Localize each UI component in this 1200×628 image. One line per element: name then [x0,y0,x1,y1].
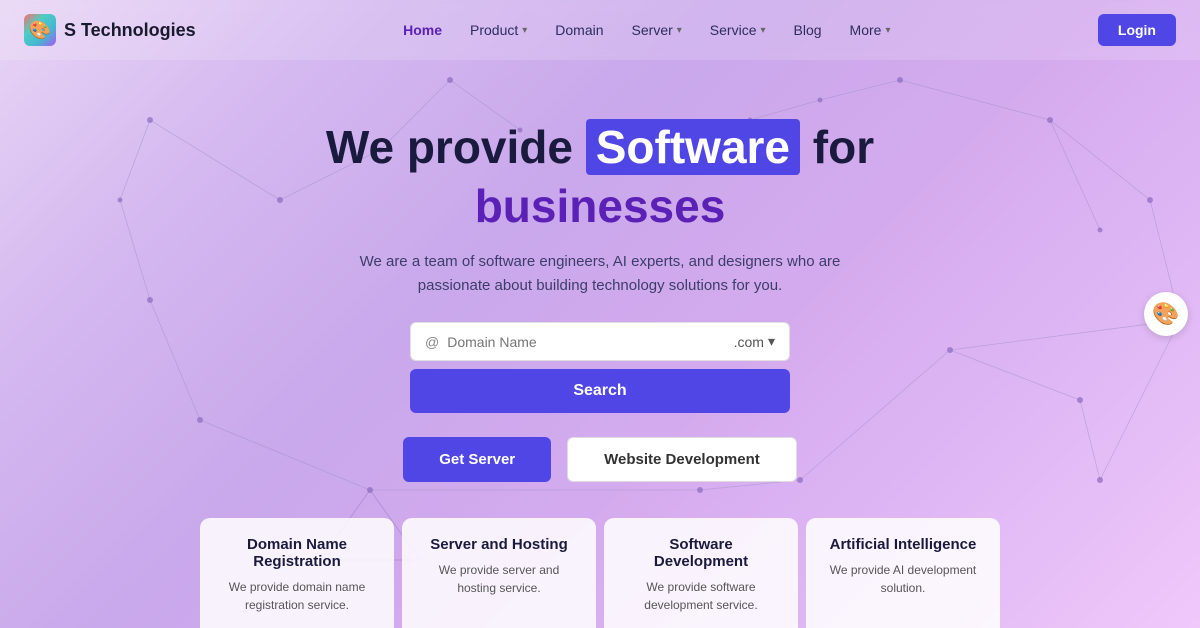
chevron-down-icon: ▾ [885,25,890,36]
nav-links: Home Product ▾ Domain Server ▾ Service ▾… [403,22,890,38]
chevron-down-icon: ▾ [760,25,765,36]
get-server-button[interactable]: Get Server [403,437,551,482]
card-ai-desc: We provide AI development solution. [826,561,980,597]
brand-name: S Technologies [64,20,196,41]
card-domain: Domain Name Registration We provide doma… [200,518,394,628]
search-button[interactable]: Search [410,369,790,413]
card-software-title: Software Development [624,536,778,570]
palette-button[interactable]: 🎨 [1144,292,1188,336]
card-software-desc: We provide software development service. [624,578,778,614]
nav-server[interactable]: Server ▾ [632,22,682,38]
nav-product[interactable]: Product ▾ [470,22,527,38]
card-domain-desc: We provide domain name registration serv… [220,578,374,614]
chevron-down-icon: ▾ [522,25,527,36]
nav-home[interactable]: Home [403,22,442,38]
palette-icon: 🎨 [1152,301,1179,327]
nav-more[interactable]: More ▾ [850,22,891,38]
highlight-text: Software [586,119,800,175]
card-ai: Artificial Intelligence We provide AI de… [806,518,1000,628]
logo-icon: 🎨 [24,14,56,46]
at-icon: @ [425,334,439,350]
card-ai-title: Artificial Intelligence [826,536,980,553]
card-domain-title: Domain Name Registration [220,536,374,570]
card-software: Software Development We provide software… [604,518,798,628]
chevron-down-icon: ▾ [768,333,775,350]
cards-row: Domain Name Registration We provide doma… [0,518,1200,628]
website-dev-button[interactable]: Website Development [567,437,797,482]
hero-description: We are a team of software engineers, AI … [330,250,870,298]
search-container: @ .com ▾ Search [410,322,790,413]
navbar: 🎨 S Technologies Home Product ▾ Domain S… [0,0,1200,60]
cta-row: Get Server Website Development [403,437,797,482]
tld-select[interactable]: .com ▾ [734,333,775,350]
card-server-title: Server and Hosting [422,536,576,553]
nav-blog[interactable]: Blog [794,22,822,38]
domain-input[interactable] [447,334,733,350]
login-button[interactable]: Login [1098,14,1176,46]
hero-subtitle: businesses [475,179,726,234]
nav-domain[interactable]: Domain [555,22,603,38]
hero-section: We provide Software for businesses We ar… [0,60,1200,482]
logo[interactable]: 🎨 S Technologies [24,14,196,46]
card-server: Server and Hosting We provide server and… [402,518,596,628]
card-server-desc: We provide server and hosting service. [422,561,576,597]
nav-service[interactable]: Service ▾ [710,22,766,38]
domain-input-row: @ .com ▾ [410,322,790,361]
chevron-down-icon: ▾ [677,25,682,36]
hero-title: We provide Software for [326,120,874,175]
